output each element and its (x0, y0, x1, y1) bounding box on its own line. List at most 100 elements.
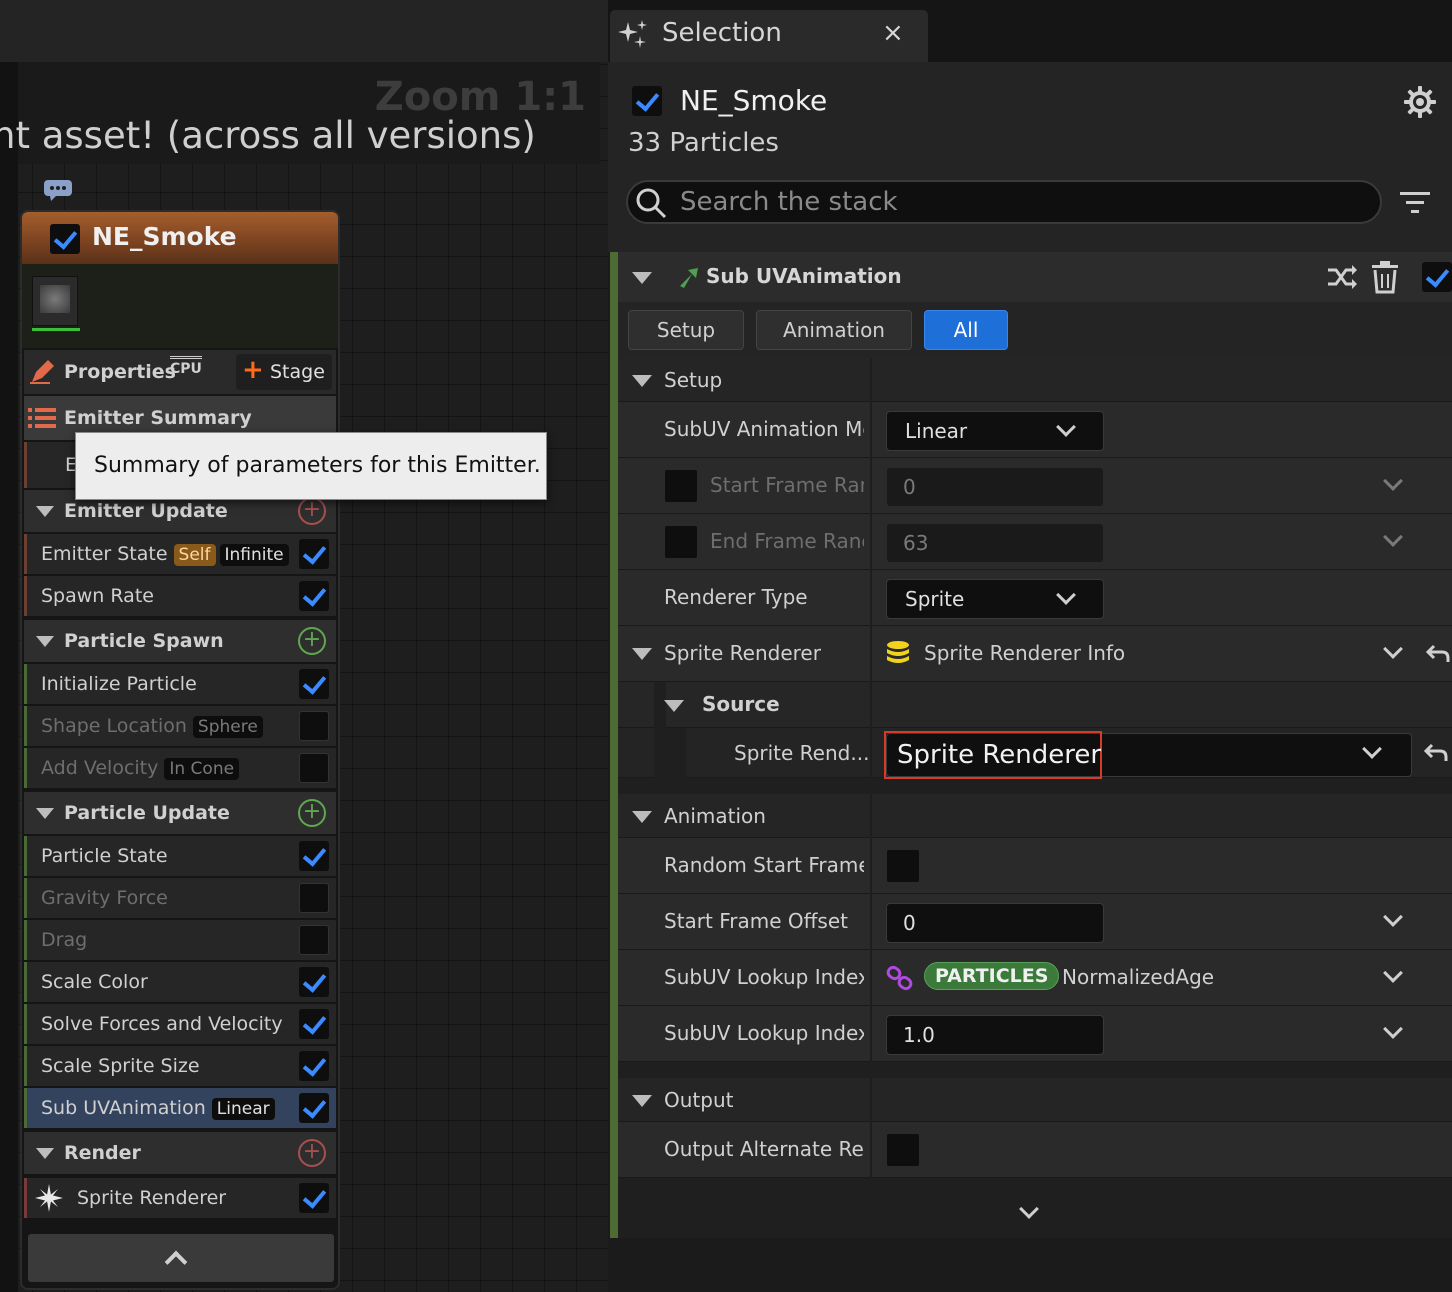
tooltip-text: Summary of parameters for this Emitter. (94, 453, 541, 478)
section-particle-spawn[interactable]: Particle Spawn + (24, 620, 336, 662)
module-enabled-checkbox[interactable] (299, 669, 329, 699)
renderer-label: Sprite Renderer (77, 1187, 227, 1209)
module-drag[interactable]: Drag (24, 920, 336, 960)
search-box[interactable] (626, 180, 1382, 224)
module-enabled-checkbox[interactable] (299, 1051, 329, 1081)
module-enabled-checkbox[interactable] (299, 841, 329, 871)
revert-arrow-icon[interactable] (1424, 743, 1448, 763)
module-particle-state[interactable]: Particle State (24, 836, 336, 876)
close-icon[interactable]: × (882, 18, 904, 48)
module-enabled-checkbox[interactable] (299, 883, 329, 913)
module-header[interactable]: Sub UVAnimation (618, 252, 1452, 302)
chevron-down-icon[interactable] (1383, 1019, 1403, 1039)
chevron-down-icon[interactable] (1383, 471, 1403, 491)
add-module-plus-icon[interactable]: + (298, 799, 326, 827)
collapse-node-button[interactable] (28, 1234, 334, 1282)
module-enabled-checkbox[interactable] (299, 711, 329, 741)
param-label: Sprite Rend... (734, 741, 870, 765)
module-enabled-checkbox[interactable] (299, 581, 329, 611)
module-enabled-checkbox[interactable] (299, 753, 329, 783)
revert-arrow-icon[interactable] (1426, 644, 1450, 664)
tab-strip: Selection × (608, 0, 1452, 62)
module-emitter-state[interactable]: Emitter State Self Infinite (24, 534, 336, 574)
collapse-triangle-icon[interactable] (632, 375, 652, 387)
graph-canvas[interactable]: Zoom 1:1 nt asset! (across all versions)… (0, 0, 608, 1292)
module-scale-color[interactable]: Scale Color (24, 962, 336, 1002)
node-header[interactable]: NE_Smoke (22, 212, 338, 264)
struct-source[interactable]: Source (618, 682, 1452, 728)
add-stage-button[interactable]: + Stage (236, 354, 332, 390)
add-module-plus-icon[interactable]: + (298, 627, 326, 655)
section-label: Render (64, 1142, 141, 1164)
module-scale-sprite-size[interactable]: Scale Sprite Size (24, 1046, 336, 1086)
filter-icon[interactable] (1398, 186, 1432, 220)
module-spawn-rate[interactable]: Spawn Rate (24, 576, 336, 616)
collapse-triangle-icon[interactable] (36, 636, 54, 647)
add-renderer-plus-icon[interactable]: + (298, 1139, 326, 1167)
search-input[interactable] (680, 184, 1370, 220)
emitter-node[interactable]: NE_Smoke Properties CPU + Stage Emitter … (20, 210, 340, 1290)
section-particle-update[interactable]: Particle Update + (24, 792, 336, 834)
end-frame-input[interactable]: 63 (886, 523, 1104, 563)
emitter-enabled-checkbox[interactable] (50, 224, 80, 254)
category-animation[interactable]: Animation (618, 794, 1452, 838)
module-enabled-checkbox[interactable] (299, 1009, 329, 1039)
renderer-type-dropdown[interactable]: Sprite (886, 579, 1104, 619)
renderer-sprite[interactable]: Sprite Renderer (24, 1178, 336, 1218)
module-add-velocity[interactable]: Add Velocity In Cone (24, 748, 336, 788)
start-frame-input[interactable]: 0 (886, 467, 1104, 507)
expand-more-button[interactable] (618, 1194, 1452, 1238)
tab-selection[interactable]: Selection × (610, 10, 928, 62)
collapse-triangle-icon[interactable] (664, 700, 684, 712)
sprite-renderer-dropdown[interactable]: Sprite Renderer (884, 731, 1412, 779)
collapse-triangle-icon[interactable] (36, 1148, 54, 1159)
override-checkbox[interactable] (664, 525, 698, 559)
module-shape-location[interactable]: Shape Location Sphere (24, 706, 336, 746)
category-setup[interactable]: Setup (618, 358, 1452, 402)
module-gravity-force[interactable]: Gravity Force (24, 878, 336, 918)
tab-animation[interactable]: Animation (756, 310, 912, 350)
override-checkbox[interactable] (664, 469, 698, 503)
start-offset-input[interactable]: 0 (886, 903, 1104, 943)
collapse-triangle-icon[interactable] (36, 506, 54, 517)
emitter-thumbnail[interactable] (32, 276, 80, 331)
chevron-down-icon[interactable] (1383, 907, 1403, 927)
module-enabled-checkbox[interactable] (1422, 262, 1452, 292)
collapse-triangle-icon[interactable] (36, 808, 54, 819)
param-sprite-renderer: Sprite Renderer Sprite Renderer Info (618, 626, 1452, 682)
module-enabled-checkbox[interactable] (299, 925, 329, 955)
comment-icon[interactable] (42, 178, 74, 202)
module-solve-forces[interactable]: Solve Forces and Velocity (24, 1004, 336, 1044)
random-start-checkbox[interactable] (886, 849, 920, 883)
add-module-plus-icon[interactable]: + (298, 497, 326, 525)
collapse-triangle-icon[interactable] (632, 272, 652, 284)
renderer-enabled-checkbox[interactable] (299, 1183, 329, 1213)
module-initialize-particle[interactable]: Initialize Particle (24, 664, 336, 704)
chevron-down-icon[interactable] (1383, 527, 1403, 547)
shuffle-icon[interactable] (1326, 262, 1358, 292)
module-enabled-checkbox[interactable] (299, 967, 329, 997)
module-stack[interactable]: Sub UVAnimation Setup Animation All Setu… (610, 252, 1452, 1238)
properties-row[interactable]: Properties CPU + Stage (24, 350, 336, 394)
gear-icon[interactable] (1402, 84, 1438, 120)
tab-all[interactable]: All (924, 310, 1008, 350)
section-label: Particle Spawn (64, 630, 224, 652)
tab-setup[interactable]: Setup (628, 310, 744, 350)
section-render[interactable]: Render + (24, 1132, 336, 1174)
module-enabled-checkbox[interactable] (299, 1093, 329, 1123)
subuv-mode-dropdown[interactable]: Linear (886, 411, 1104, 451)
output-alternate-checkbox[interactable] (886, 1133, 920, 1167)
chevron-down-icon[interactable] (1383, 963, 1403, 983)
collapse-triangle-icon[interactable] (632, 1095, 652, 1107)
module-sub-uv-animation[interactable]: Sub UVAnimation Linear (24, 1088, 336, 1128)
chevron-down-icon[interactable] (1383, 639, 1403, 659)
lookup-index-input[interactable]: 1.0 (886, 1015, 1104, 1055)
param-label: End Frame Ranc (710, 529, 864, 553)
emitter-summary-label: Emitter Summary (64, 407, 252, 429)
emitter-enabled-checkbox[interactable] (632, 86, 662, 116)
collapse-triangle-icon[interactable] (632, 648, 652, 660)
module-enabled-checkbox[interactable] (299, 539, 329, 569)
trash-icon[interactable] (1370, 260, 1400, 294)
collapse-triangle-icon[interactable] (632, 811, 652, 823)
category-output[interactable]: Output (618, 1078, 1452, 1122)
